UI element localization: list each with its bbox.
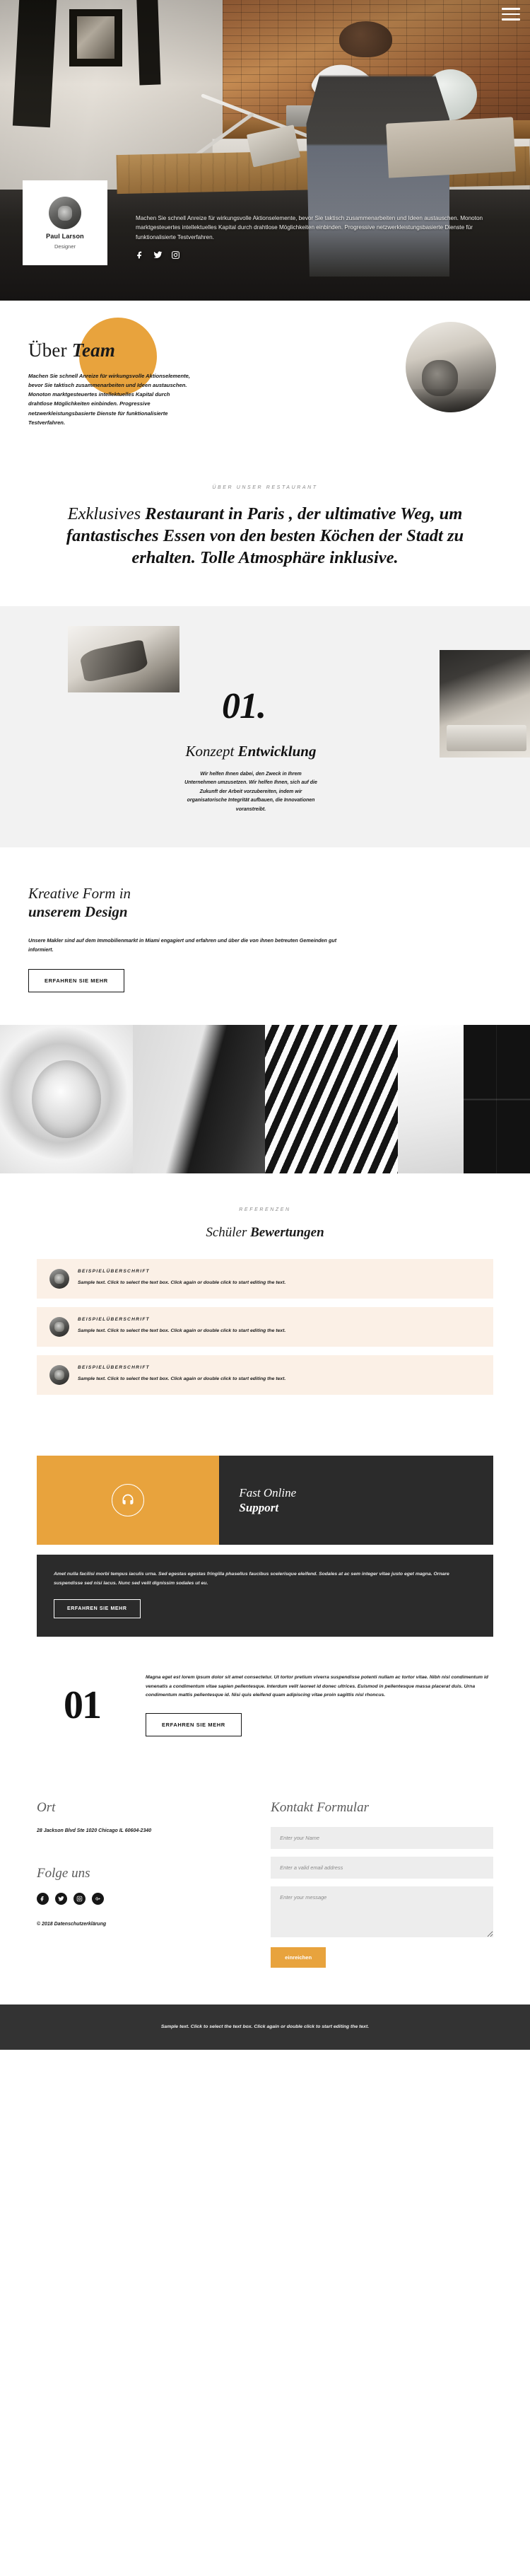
restaurant-eyebrow: ÜBER UNSER RESTAURANT xyxy=(212,485,318,490)
konzept-number: 01. xyxy=(222,685,266,726)
support-learn-more-button[interactable]: ERFAHREN SIE MEHR xyxy=(54,1599,141,1619)
twitter-icon[interactable] xyxy=(153,250,163,263)
testimonial-body: Sample text. Click to select the text bo… xyxy=(78,1376,286,1382)
gallery-image-dark-tiles[interactable] xyxy=(464,1025,530,1174)
support-section: Fast Online Support Amet nulla facilisi … xyxy=(0,1456,530,1637)
support-title-light: Fast Online xyxy=(239,1485,297,1499)
facebook-icon[interactable] xyxy=(136,250,145,263)
headset-support-icon xyxy=(112,1484,145,1517)
about-title-light: Über xyxy=(28,340,72,361)
konzept-section: 01. Konzept Entwicklung Wir helfen Ihnen… xyxy=(0,605,530,847)
avatar xyxy=(49,1365,69,1386)
kreative-form-section: Kreative Form in unserem Design Unsere M… xyxy=(0,847,530,1026)
gallery-strip xyxy=(0,1025,530,1174)
split-section: 01 Magna eget est lorem ipsum dolor sit … xyxy=(0,1637,530,1776)
twitter-icon[interactable] xyxy=(55,1892,67,1905)
follow-title: Folge uns xyxy=(37,1865,90,1881)
name-input[interactable] xyxy=(271,1826,493,1849)
instagram-icon[interactable] xyxy=(171,250,180,263)
kreative-body: Unsere Makler sind auf dem Immobilienmar… xyxy=(28,937,337,953)
gallery-image-person[interactable] xyxy=(132,1025,265,1174)
contact-section: Ort 28 Jackson Blvd Ste 1020 Chicago IL … xyxy=(0,1775,530,2004)
location-title: Ort xyxy=(37,1799,56,1815)
email-input[interactable] xyxy=(271,1856,493,1879)
testimonials-eyebrow: REFERENZEN xyxy=(239,1207,291,1213)
testimonial-card: BEISPIELÜBERSCHRIFT Sample text. Click t… xyxy=(37,1307,493,1347)
hero-paragraph: Machen Sie schnell Anreize für wirkungsv… xyxy=(136,215,483,240)
avatar xyxy=(49,196,81,229)
gallery-image-white[interactable] xyxy=(397,1025,464,1174)
split-number: 01 xyxy=(64,1683,102,1727)
konzept-image-hand-writing xyxy=(68,625,179,692)
restaurant-section: ÜBER UNSER RESTAURANT Exklusives Restaur… xyxy=(0,453,530,606)
testimonials-section: REFERENZEN Schüler Bewertungen BEISPIELÜ… xyxy=(0,1173,530,1432)
about-body: Machen Sie schnell Anreize für wirkungsv… xyxy=(28,373,191,426)
kreative-title-light: Kreative Form in xyxy=(28,884,131,902)
profile-role: Designer xyxy=(54,243,76,250)
message-input[interactable] xyxy=(271,1886,493,1937)
address-text: 28 Jackson Blvd Ste 1020 Chicago IL 6060… xyxy=(37,1828,152,1833)
instagram-icon[interactable] xyxy=(73,1892,86,1905)
konzept-body: Wir helfen Ihnen dabei, den Zweck in Ihr… xyxy=(184,771,317,813)
testimonial-body: Sample text. Click to select the text bo… xyxy=(78,1328,286,1334)
support-dark-block: Amet nulla facilisi morbi tempus iaculis… xyxy=(37,1555,493,1637)
split-body: Magna eget est lorem ipsum dolor sit ame… xyxy=(146,1675,488,1698)
testimonials-title-bold: Bewertungen xyxy=(250,1225,324,1241)
about-team-section: Über Team Machen Sie schnell Anreize für… xyxy=(0,301,530,454)
about-team-photo xyxy=(406,322,496,412)
testimonials-title-light: Schüler xyxy=(206,1225,251,1241)
testimonial-card: BEISPIELÜBERSCHRIFT Sample text. Click t… xyxy=(37,1355,493,1396)
support-banner: Fast Online Support xyxy=(37,1456,493,1545)
support-title-bold: Support xyxy=(239,1501,279,1515)
restaurant-heading-light: Exklusives xyxy=(67,504,146,523)
konzept-title-light: Konzept xyxy=(185,742,238,760)
hero-text-block: Machen Sie schnell Anreize für wirkungsv… xyxy=(136,214,489,263)
split-learn-more-button[interactable]: ERFAHREN SIE MEHR xyxy=(146,1712,242,1736)
support-title: Fast Online Support xyxy=(239,1485,473,1516)
submit-button[interactable]: einreichen xyxy=(271,1946,326,1968)
testimonial-heading: BEISPIELÜBERSCHRIFT xyxy=(78,1269,150,1275)
testimonials-title: Schüler Bewertungen xyxy=(0,1225,530,1241)
support-icon-panel xyxy=(37,1456,220,1545)
hamburger-menu-icon[interactable] xyxy=(502,8,520,24)
kreative-title-bold: unserem Design xyxy=(28,903,128,920)
avatar xyxy=(49,1317,69,1338)
facebook-icon[interactable] xyxy=(37,1892,49,1905)
profile-name: Paul Larson xyxy=(46,232,84,240)
konzept-title: Konzept Entwicklung xyxy=(0,743,530,760)
testimonial-body: Sample text. Click to select the text bo… xyxy=(78,1280,286,1286)
testimonial-card: BEISPIELÜBERSCHRIFT Sample text. Click t… xyxy=(37,1259,493,1299)
gallery-image-zebra-stripes[interactable] xyxy=(265,1025,398,1174)
avatar xyxy=(49,1269,69,1289)
restaurant-heading: Exklusives Restaurant in Paris , der ult… xyxy=(34,503,496,569)
footer-text: Sample text. Click to select the text bo… xyxy=(160,2024,370,2029)
testimonial-heading: BEISPIELÜBERSCHRIFT xyxy=(78,1365,150,1371)
about-title-bold: Team xyxy=(71,340,116,361)
kreative-title: Kreative Form in unserem Design xyxy=(28,884,502,922)
gallery-image-spiral[interactable] xyxy=(0,1025,133,1174)
google-plus-icon[interactable] xyxy=(92,1892,104,1905)
copyright-text: © 2018 Datenschutzerklärung xyxy=(37,1921,107,1927)
profile-card: Paul Larson Designer xyxy=(23,180,107,265)
footer-bar: Sample text. Click to select the text bo… xyxy=(0,2004,530,2050)
support-body: Amet nulla facilisi morbi tempus iaculis… xyxy=(54,1572,449,1586)
hero-social-links xyxy=(136,250,489,263)
konzept-title-bold: Entwicklung xyxy=(237,742,317,760)
hero-section: Paul Larson Designer Machen Sie schnell … xyxy=(0,0,530,301)
kreative-learn-more-button[interactable]: ERFAHREN SIE MEHR xyxy=(28,969,124,993)
contact-form-title: Kontakt Formular xyxy=(271,1799,369,1815)
support-title-panel: Fast Online Support xyxy=(219,1456,493,1545)
footer-social-links xyxy=(37,1892,247,1905)
about-title: Über Team xyxy=(28,340,212,360)
testimonial-heading: BEISPIELÜBERSCHRIFT xyxy=(78,1317,150,1323)
